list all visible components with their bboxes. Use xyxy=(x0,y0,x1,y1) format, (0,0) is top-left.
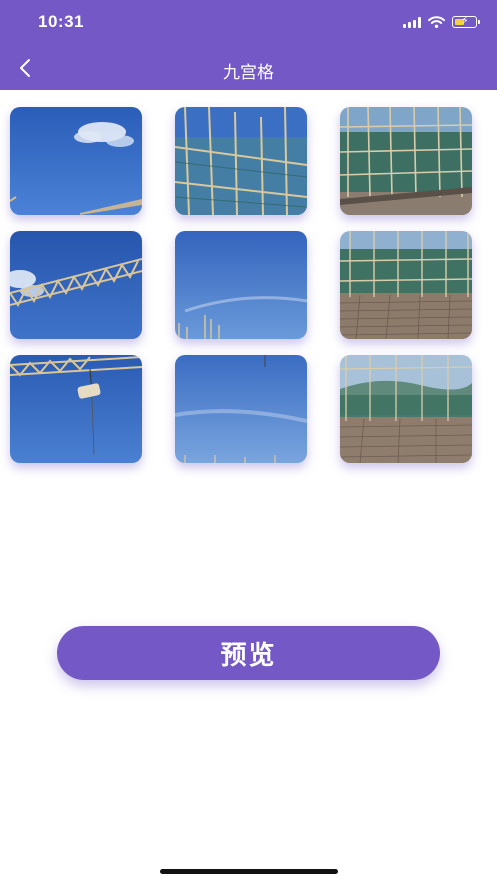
status-time: 10:31 xyxy=(38,12,84,31)
cellular-signal-icon xyxy=(403,16,421,28)
grid-image-9[interactable] xyxy=(340,355,472,463)
grid-image-1[interactable] xyxy=(10,107,142,215)
grid-image-7[interactable] xyxy=(10,355,142,463)
wifi-icon xyxy=(428,16,445,28)
battery-charging-icon: ⚡ xyxy=(452,15,480,28)
grid-image-2[interactable] xyxy=(175,107,307,215)
grid-image-4[interactable] xyxy=(10,231,142,339)
grid-image-8[interactable] xyxy=(175,355,307,463)
preview-button[interactable]: 预览 xyxy=(57,626,440,680)
status-icons: ⚡ xyxy=(403,14,480,30)
page-title: 九宫格 xyxy=(223,63,274,83)
grid-image-5[interactable] xyxy=(175,231,307,339)
app-header: 10:31 ⚡ 九宫格 xyxy=(0,0,497,90)
grid-image-3[interactable] xyxy=(340,107,472,215)
grid-image-6[interactable] xyxy=(340,231,472,339)
home-indicator xyxy=(160,869,338,874)
